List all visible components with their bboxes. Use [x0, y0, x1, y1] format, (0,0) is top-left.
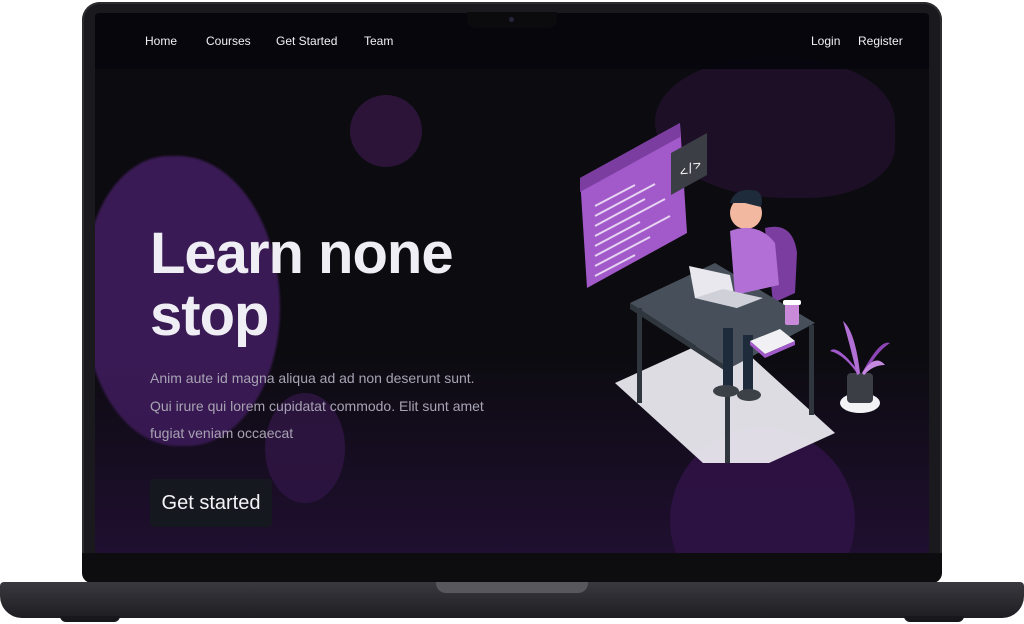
nav-link-register[interactable]: Register — [858, 34, 903, 48]
nav-link-home[interactable]: Home — [145, 34, 177, 48]
nav-link-courses[interactable]: Courses — [206, 34, 251, 48]
browser-viewport: Home Courses Get Started Team Login Regi… — [95, 13, 929, 553]
laptop-foot-right — [904, 616, 964, 622]
hero-description: Anim aute id magna aliqua ad ad non dese… — [150, 370, 484, 441]
laptop-chin — [82, 553, 942, 583]
nav-link-team[interactable]: Team — [364, 34, 393, 48]
decor-blob — [350, 95, 422, 167]
nav-link-get-started[interactable]: Get Started — [276, 34, 337, 48]
developer-at-desk-illustration: </> — [580, 123, 890, 463]
laptop-foot-left — [60, 616, 120, 622]
hero-title-line2: stop — [150, 283, 269, 348]
camera-notch — [467, 12, 557, 28]
hero-title: Learn none stop — [150, 223, 490, 347]
get-started-button[interactable]: Get started — [150, 479, 272, 527]
camera-dot — [509, 17, 514, 22]
trackpad-notch — [436, 582, 588, 593]
hero-title-line1: Learn none — [150, 221, 454, 286]
laptop-base — [0, 582, 1024, 618]
nav-link-login[interactable]: Login — [811, 34, 840, 48]
